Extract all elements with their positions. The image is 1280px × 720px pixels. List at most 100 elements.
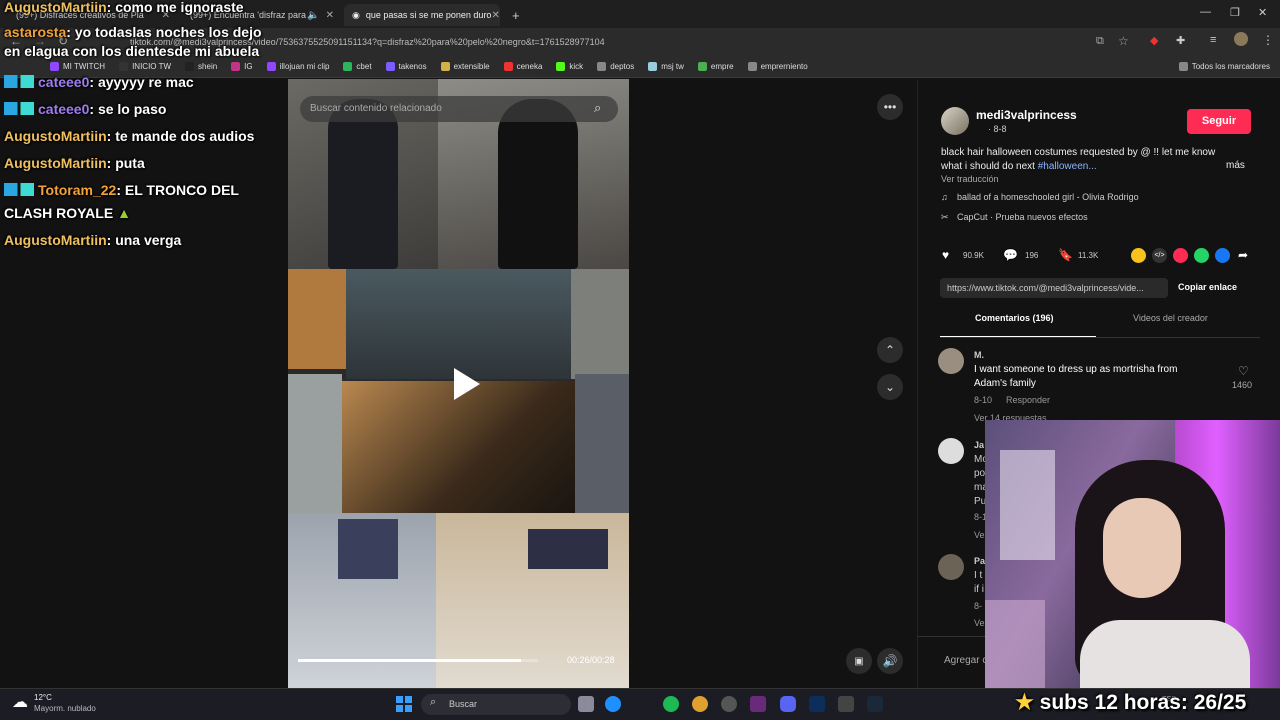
- speaker-icon[interactable]: 🔈: [307, 10, 319, 21]
- extension-icon[interactable]: ◆: [1150, 34, 1158, 47]
- creator-name[interactable]: medi3valprincess: [976, 108, 1077, 122]
- chat-message: Totoram_22: EL TRONCO DEL: [4, 181, 239, 199]
- puzzle-icon[interactable]: ✚: [1176, 34, 1185, 47]
- tab-creator-videos[interactable]: Videos del creador: [1133, 313, 1208, 323]
- creator-avatar[interactable]: [941, 107, 969, 135]
- tab-comments[interactable]: Comentarios (196): [975, 313, 1054, 323]
- bookmark-item[interactable]: illojuan mi clip: [266, 62, 329, 71]
- capcut-app-icon[interactable]: [838, 696, 854, 712]
- heart-icon[interactable]: ♥: [942, 248, 949, 262]
- menu-dots-icon[interactable]: ⋮: [1262, 33, 1274, 47]
- globe-icon: ◉: [352, 9, 360, 20]
- whatsapp-icon[interactable]: [1194, 248, 1209, 263]
- taskbar-search[interactable]: Buscar: [421, 694, 571, 715]
- comment-icon[interactable]: 💬: [1003, 248, 1018, 262]
- avatar[interactable]: [938, 554, 964, 580]
- chevron-down-icon[interactable]: ⌄: [877, 374, 903, 400]
- steam-icon[interactable]: [867, 696, 883, 712]
- weather-temp: 12°C: [34, 693, 52, 702]
- video-link-field[interactable]: https://www.tiktok.com/@medi3valprincess…: [940, 278, 1168, 298]
- badge-icons: [4, 75, 34, 88]
- view-replies-link[interactable]: Ve: [974, 618, 985, 628]
- reply-link[interactable]: Responder: [1006, 395, 1050, 405]
- bookmark-item[interactable]: empre: [697, 62, 734, 71]
- view-replies-link[interactable]: Ve: [974, 530, 985, 540]
- profile-avatar[interactable]: [1234, 32, 1248, 46]
- capcut-link[interactable]: CapCut · Prueba nuevos efectos: [957, 212, 1088, 222]
- folder-item[interactable]: emprerniento: [747, 62, 808, 71]
- search-icon: ⌕: [430, 696, 437, 708]
- bookmark-item[interactable]: takenos: [385, 62, 427, 71]
- minimize-icon[interactable]: —: [1200, 6, 1211, 18]
- copy-link-button[interactable]: Copiar enlace: [1178, 282, 1237, 292]
- photoshop-icon[interactable]: [809, 696, 825, 712]
- windows-start-icon[interactable]: [396, 696, 412, 712]
- music-title[interactable]: ballad of a homeschooled girl - Olivia R…: [957, 192, 1139, 202]
- embed-icon[interactable]: </>: [1152, 248, 1167, 263]
- volume-icon[interactable]: 🔊: [877, 648, 903, 674]
- search-icon[interactable]: ⌕: [594, 100, 601, 116]
- comment-user[interactable]: M.: [974, 350, 984, 360]
- discord-icon[interactable]: [780, 696, 796, 712]
- comment-user[interactable]: Ja: [974, 440, 984, 450]
- comment-user[interactable]: Pa: [974, 556, 985, 566]
- related-search-input[interactable]: Buscar contenido relacionado: [300, 96, 618, 122]
- bookmark-item[interactable]: ceneka: [503, 62, 542, 71]
- app-icon[interactable]: [750, 696, 766, 712]
- play-icon[interactable]: [444, 364, 484, 404]
- chrome-icon[interactable]: [692, 696, 708, 712]
- comment-text: I want someone to dress up as mortrisha …: [974, 364, 1178, 389]
- close-window-icon[interactable]: ✕: [1258, 6, 1267, 19]
- media-icon[interactable]: ≡: [1210, 34, 1216, 46]
- heart-outline-icon[interactable]: ♡: [1238, 364, 1249, 378]
- more-options-icon[interactable]: •••: [877, 94, 903, 120]
- chat-message-continuation: CLASH ROYALE ▲: [4, 205, 131, 221]
- tab-3-active[interactable]: ◉ que pasas si se me ponen duro ✕: [344, 4, 500, 26]
- bookmark-item[interactable]: msj tw: [648, 62, 684, 71]
- more-link[interactable]: más: [1226, 160, 1245, 171]
- pip-icon[interactable]: ▣: [846, 648, 872, 674]
- emote-icon: ▲: [117, 205, 131, 221]
- bookmark-item[interactable]: shein: [185, 62, 217, 71]
- comment-date: 8-10: [974, 395, 993, 405]
- edge-icon[interactable]: [605, 696, 621, 712]
- star-icon[interactable]: ☆: [1118, 34, 1129, 48]
- send-icon[interactable]: [1173, 248, 1188, 263]
- spotify-icon[interactable]: [663, 696, 679, 712]
- facebook-icon[interactable]: [1215, 248, 1230, 263]
- new-tab-button[interactable]: +: [504, 4, 524, 26]
- subathon-counter: ★ subs 12 horas: 26/25: [1015, 691, 1247, 714]
- comment-text: Mo po ma Pu: [974, 454, 988, 507]
- chevron-up-icon[interactable]: ⌃: [877, 337, 903, 363]
- follow-button[interactable]: Seguir: [1187, 109, 1251, 134]
- folder-item[interactable]: deptos: [597, 62, 634, 71]
- weather-icon[interactable]: ☁: [12, 692, 28, 712]
- share-icon[interactable]: ➦: [1238, 248, 1248, 262]
- avatar[interactable]: [938, 438, 964, 464]
- url-field[interactable]: tiktok.com/@medi3valprincess/video/75363…: [130, 33, 1090, 51]
- hashtag-link[interactable]: #halloween...: [1038, 161, 1097, 172]
- bookmark-item[interactable]: extensible: [440, 62, 490, 71]
- all-bookmarks[interactable]: Todos los marcadores: [1178, 62, 1270, 71]
- close-icon[interactable]: ✕: [491, 10, 499, 21]
- bookmark-item[interactable]: MI TWITCH: [50, 62, 105, 71]
- bookmark-icon[interactable]: 🔖: [1058, 248, 1073, 262]
- bookmark-item[interactable]: INICIO TW: [119, 62, 171, 71]
- bookmark-item[interactable]: kick: [556, 62, 583, 71]
- chat-message: cateee0: se lo paso: [4, 100, 166, 118]
- collage-photo: [575, 374, 629, 524]
- add-comment-input[interactable]: Agregar c: [944, 655, 987, 666]
- translate-link[interactable]: Ver traducción: [941, 174, 999, 184]
- install-icon[interactable]: ⧉: [1096, 35, 1104, 48]
- obs-icon[interactable]: [721, 696, 737, 712]
- avatar[interactable]: [938, 348, 964, 374]
- bookmark-item[interactable]: IG: [231, 62, 253, 71]
- close-icon[interactable]: ✕: [326, 10, 334, 21]
- coin-icon[interactable]: [1131, 248, 1146, 263]
- capcut-icon: ✂: [941, 212, 949, 222]
- skirt-shape: [528, 529, 608, 569]
- figure-silhouette: [328, 99, 398, 269]
- maximize-icon[interactable]: ❐: [1230, 6, 1240, 19]
- bookmark-item[interactable]: cbet: [343, 62, 372, 71]
- file-explorer-icon[interactable]: [578, 696, 594, 712]
